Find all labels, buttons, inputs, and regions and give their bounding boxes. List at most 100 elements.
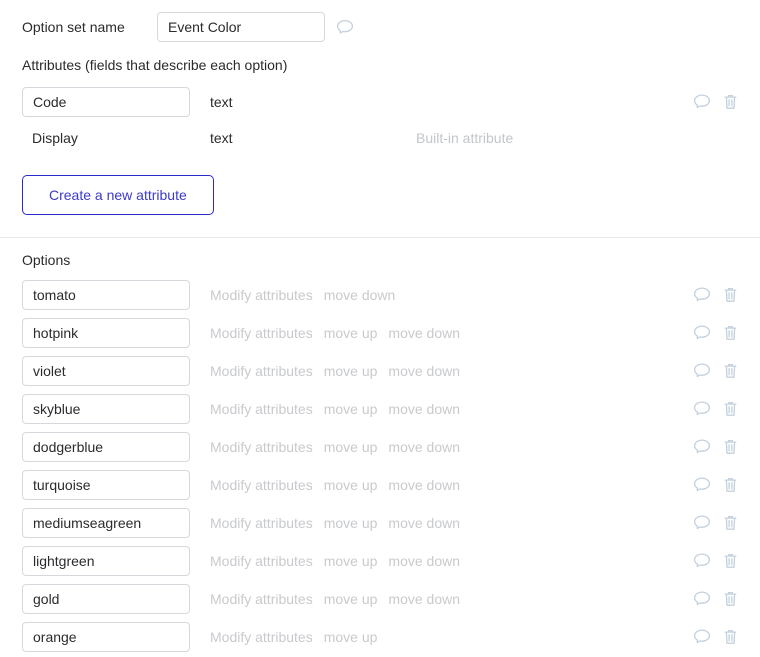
options-section: Options Modify attributesmove downModify… bbox=[0, 252, 760, 656]
attribute-type: text bbox=[210, 94, 233, 110]
move-up-link[interactable]: move up bbox=[324, 477, 378, 493]
option-value-input[interactable] bbox=[22, 318, 190, 348]
trash-icon[interactable] bbox=[723, 94, 738, 111]
option-set-editor: Option set name Attributes (fields that … bbox=[0, 0, 760, 215]
comment-bubble-icon[interactable] bbox=[693, 629, 711, 646]
move-up-link[interactable]: move up bbox=[324, 629, 378, 645]
comment-bubble-icon[interactable] bbox=[693, 591, 711, 608]
option-row-icons bbox=[693, 553, 738, 570]
option-value-input[interactable] bbox=[22, 508, 190, 538]
modify-attributes-link[interactable]: Modify attributes bbox=[210, 477, 313, 493]
option-row-icons bbox=[693, 591, 738, 608]
options-list: Modify attributesmove downModify attribu… bbox=[22, 276, 738, 656]
attribute-row: Display text Built-in attribute bbox=[22, 120, 738, 156]
modify-attributes-link[interactable]: Modify attributes bbox=[210, 325, 313, 341]
trash-icon[interactable] bbox=[723, 477, 738, 494]
comment-bubble-icon[interactable] bbox=[693, 401, 711, 418]
comment-bubble-icon[interactable] bbox=[693, 325, 711, 342]
move-up-link[interactable]: move up bbox=[324, 591, 378, 607]
option-actions: Modify attributes move up move down bbox=[210, 401, 460, 417]
modify-attributes-link[interactable]: Modify attributes bbox=[210, 439, 313, 455]
move-up-link[interactable]: move up bbox=[324, 325, 378, 341]
comment-bubble-icon[interactable] bbox=[336, 19, 354, 36]
attribute-name-cell: Display bbox=[22, 130, 210, 146]
option-set-name-label: Option set name bbox=[22, 19, 125, 35]
create-new-attribute-button[interactable]: Create a new attribute bbox=[22, 175, 214, 215]
option-row-icons bbox=[693, 401, 738, 418]
option-actions: Modify attributes move up move down bbox=[210, 477, 460, 493]
modify-attributes-link[interactable]: Modify attributes bbox=[210, 287, 313, 303]
move-up-link[interactable]: move up bbox=[324, 439, 378, 455]
attribute-type: text bbox=[210, 130, 233, 146]
move-down-link[interactable]: move down bbox=[388, 363, 460, 379]
attribute-row: text bbox=[22, 84, 738, 120]
option-row: Modify attributes move up move down bbox=[22, 390, 738, 428]
options-heading: Options bbox=[22, 252, 71, 268]
comment-bubble-icon[interactable] bbox=[693, 477, 711, 494]
modify-attributes-link[interactable]: Modify attributes bbox=[210, 553, 313, 569]
option-row: Modify attributes move up move down bbox=[22, 504, 738, 542]
trash-icon[interactable] bbox=[723, 363, 738, 380]
move-down-link[interactable]: move down bbox=[388, 553, 460, 569]
option-value-input[interactable] bbox=[22, 394, 190, 424]
option-actions: Modify attributes move down bbox=[210, 287, 395, 303]
comment-bubble-icon[interactable] bbox=[693, 515, 711, 532]
comment-bubble-icon[interactable] bbox=[693, 553, 711, 570]
comment-bubble-icon[interactable] bbox=[693, 439, 711, 456]
option-actions: Modify attributes move up move down bbox=[210, 325, 460, 341]
move-up-link[interactable]: move up bbox=[324, 363, 378, 379]
option-row: Modify attributes move up move down bbox=[22, 352, 738, 390]
modify-attributes-link[interactable]: Modify attributes bbox=[210, 515, 313, 531]
option-set-name-row: Option set name bbox=[22, 0, 738, 46]
trash-icon[interactable] bbox=[723, 515, 738, 532]
option-value-input[interactable] bbox=[22, 356, 190, 386]
comment-bubble-icon[interactable] bbox=[693, 363, 711, 380]
option-row-icons bbox=[693, 325, 738, 342]
move-down-link[interactable]: move down bbox=[388, 439, 460, 455]
option-value-input[interactable] bbox=[22, 584, 190, 614]
option-row: Modify attributes move up move down bbox=[22, 466, 738, 504]
move-up-link[interactable]: move up bbox=[324, 553, 378, 569]
option-row: Modify attributes move down bbox=[22, 276, 738, 314]
trash-icon[interactable] bbox=[723, 287, 738, 304]
option-row: Modify attributes move up move down bbox=[22, 580, 738, 618]
option-row-icons bbox=[693, 629, 738, 646]
modify-attributes-link[interactable]: Modify attributes bbox=[210, 629, 313, 645]
option-value-input[interactable] bbox=[22, 280, 190, 310]
comment-bubble-icon[interactable] bbox=[693, 94, 711, 111]
comment-bubble-icon[interactable] bbox=[693, 287, 711, 304]
option-value-input[interactable] bbox=[22, 432, 190, 462]
option-actions: Modify attributes move up move down bbox=[210, 591, 460, 607]
attributes-heading: Attributes (fields that describe each op… bbox=[22, 57, 288, 73]
trash-icon[interactable] bbox=[723, 439, 738, 456]
option-row-icons bbox=[693, 515, 738, 532]
option-value-input[interactable] bbox=[22, 546, 190, 576]
move-down-link[interactable]: move down bbox=[324, 287, 396, 303]
move-down-link[interactable]: move down bbox=[388, 591, 460, 607]
option-row-icons bbox=[693, 477, 738, 494]
trash-icon[interactable] bbox=[723, 553, 738, 570]
option-row: Modify attributes move up move down bbox=[22, 542, 738, 580]
modify-attributes-link[interactable]: Modify attributes bbox=[210, 363, 313, 379]
option-actions: Modify attributes move up move down bbox=[210, 553, 460, 569]
move-down-link[interactable]: move down bbox=[388, 515, 460, 531]
modify-attributes-link[interactable]: Modify attributes bbox=[210, 401, 313, 417]
trash-icon[interactable] bbox=[723, 325, 738, 342]
option-set-name-input[interactable] bbox=[157, 12, 325, 42]
move-up-link[interactable]: move up bbox=[324, 515, 378, 531]
trash-icon[interactable] bbox=[723, 591, 738, 608]
modify-attributes-link[interactable]: Modify attributes bbox=[210, 591, 313, 607]
move-down-link[interactable]: move down bbox=[388, 477, 460, 493]
option-value-input[interactable] bbox=[22, 470, 190, 500]
trash-icon[interactable] bbox=[723, 401, 738, 418]
option-value-input[interactable] bbox=[22, 622, 190, 652]
trash-icon[interactable] bbox=[723, 629, 738, 646]
option-actions: Modify attributes move up bbox=[210, 629, 377, 645]
attributes-list: text Display text bbox=[22, 84, 738, 156]
move-down-link[interactable]: move down bbox=[388, 401, 460, 417]
attribute-name-input[interactable] bbox=[22, 87, 190, 117]
option-actions: Modify attributes move up move down bbox=[210, 515, 460, 531]
option-row: Modify attributes move up move down bbox=[22, 428, 738, 466]
move-down-link[interactable]: move down bbox=[388, 325, 460, 341]
move-up-link[interactable]: move up bbox=[324, 401, 378, 417]
